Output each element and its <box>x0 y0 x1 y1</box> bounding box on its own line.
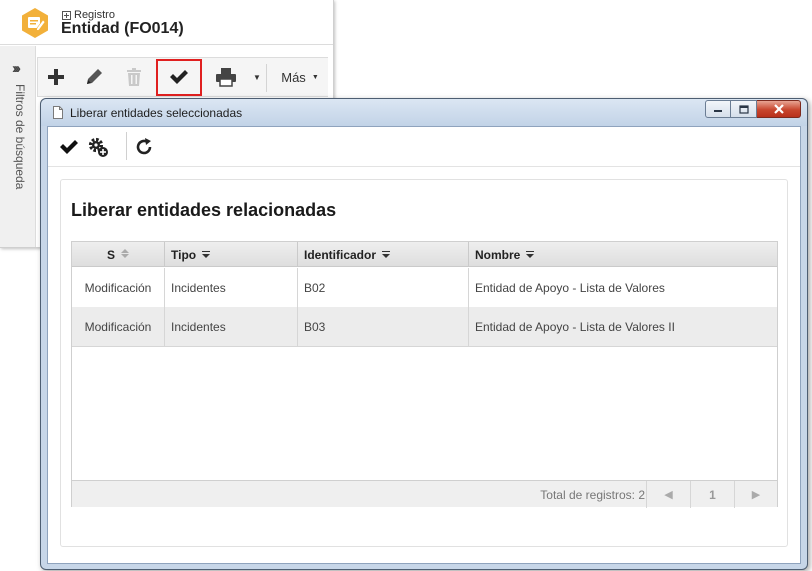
delete-button[interactable] <box>120 58 148 96</box>
printer-icon <box>216 68 236 87</box>
double-chevron-right-icon[interactable]: ››› <box>12 60 21 77</box>
release-dialog-window: Liberar entidades seleccionadas Liberar … <box>40 98 808 570</box>
sort-icon <box>121 248 129 258</box>
sort-icon <box>382 250 391 258</box>
caret-down-icon: ▼ <box>311 73 319 81</box>
release-button-highlight <box>156 59 202 96</box>
maximize-icon <box>738 104 749 114</box>
total-records-label: Total de registros: 2 <box>540 488 645 502</box>
trash-icon <box>127 68 141 86</box>
edit-button[interactable] <box>80 58 108 96</box>
configure-button[interactable] <box>86 135 110 159</box>
cell-s: Modificación <box>72 307 165 346</box>
row-divider <box>72 346 777 347</box>
cell-identificador: B03 <box>298 307 469 346</box>
column-header-identificador[interactable]: Identificador <box>298 242 469 267</box>
triangle-right-icon: ▶ <box>751 489 761 501</box>
dialog-titlebar[interactable]: Liberar entidades seleccionadas <box>41 99 807 126</box>
prev-page-button[interactable]: ◀ <box>646 481 690 508</box>
triangle-left-icon: ◀ <box>664 489 673 501</box>
page-title: Entidad (FO014) <box>61 20 184 37</box>
cell-identificador: B02 <box>298 268 469 307</box>
column-header-nombre[interactable]: Nombre <box>469 242 777 267</box>
cell-tipo: Incidentes <box>165 307 298 346</box>
cell-s: Modificación <box>72 268 165 307</box>
toolbar-divider <box>266 64 267 92</box>
more-button[interactable]: Más ▼ <box>272 58 328 96</box>
dialog-title: Liberar entidades seleccionadas <box>70 106 243 120</box>
checkmark-icon <box>60 140 78 154</box>
sort-icon <box>202 250 211 258</box>
expand-plus-icon[interactable] <box>62 10 71 20</box>
sort-icon <box>526 250 535 258</box>
print-dropdown-button[interactable]: ▼ <box>250 58 264 96</box>
section-title: Liberar entidades relacionadas <box>71 200 337 220</box>
entities-grid: S Tipo Identificador Nombre Modificación… <box>71 241 778 508</box>
window-controls <box>705 100 801 118</box>
close-icon <box>773 104 784 114</box>
gear-plus-icon <box>88 137 108 157</box>
dialog-toolbar <box>48 127 800 167</box>
app-header: Registro Entidad (FO014) <box>0 0 333 45</box>
sidebar-label: Filtros de búsqueda <box>13 84 27 190</box>
current-page-indicator: 1 <box>690 481 734 508</box>
app-logo-icon <box>22 8 48 38</box>
plus-icon <box>48 69 64 85</box>
cell-nombre: Entidad de Apoyo - Lista de Valores II <box>475 319 675 334</box>
more-label: Más <box>281 69 306 85</box>
column-header-tipo[interactable]: Tipo <box>165 242 298 267</box>
dialog-body: Liberar entidades relacionadas S Tipo Id… <box>47 126 801 564</box>
caret-down-icon: ▼ <box>253 72 261 82</box>
table-row[interactable]: Modificación Incidentes B02 Entidad de A… <box>72 268 777 307</box>
toolbar-divider <box>126 132 127 160</box>
content-panel: Liberar entidades relacionadas S Tipo Id… <box>60 179 788 547</box>
search-filters-sidebar[interactable]: ››› Filtros de búsqueda <box>0 46 36 247</box>
minimize-button[interactable] <box>705 100 731 118</box>
refresh-button[interactable] <box>132 135 156 159</box>
add-button[interactable] <box>42 58 70 96</box>
close-button[interactable] <box>757 100 801 118</box>
print-button[interactable] <box>212 58 240 96</box>
maximize-button[interactable] <box>731 100 757 118</box>
minimize-icon <box>714 110 722 112</box>
pencil-icon <box>87 69 102 84</box>
grid-header: S Tipo Identificador Nombre <box>72 242 777 267</box>
next-page-button[interactable]: ▶ <box>734 481 777 508</box>
confirm-button[interactable] <box>58 135 80 159</box>
column-header-s[interactable]: S <box>72 242 165 267</box>
cell-nombre: Entidad de Apoyo - Lista de Valores <box>475 280 665 295</box>
grid-footer: Total de registros: 2 ◀ 1 ▶ <box>72 480 777 508</box>
document-icon <box>53 106 63 119</box>
table-row[interactable]: Modificación Incidentes B03 Entidad de A… <box>72 307 777 346</box>
cell-tipo: Incidentes <box>165 268 298 307</box>
refresh-icon <box>136 138 152 155</box>
